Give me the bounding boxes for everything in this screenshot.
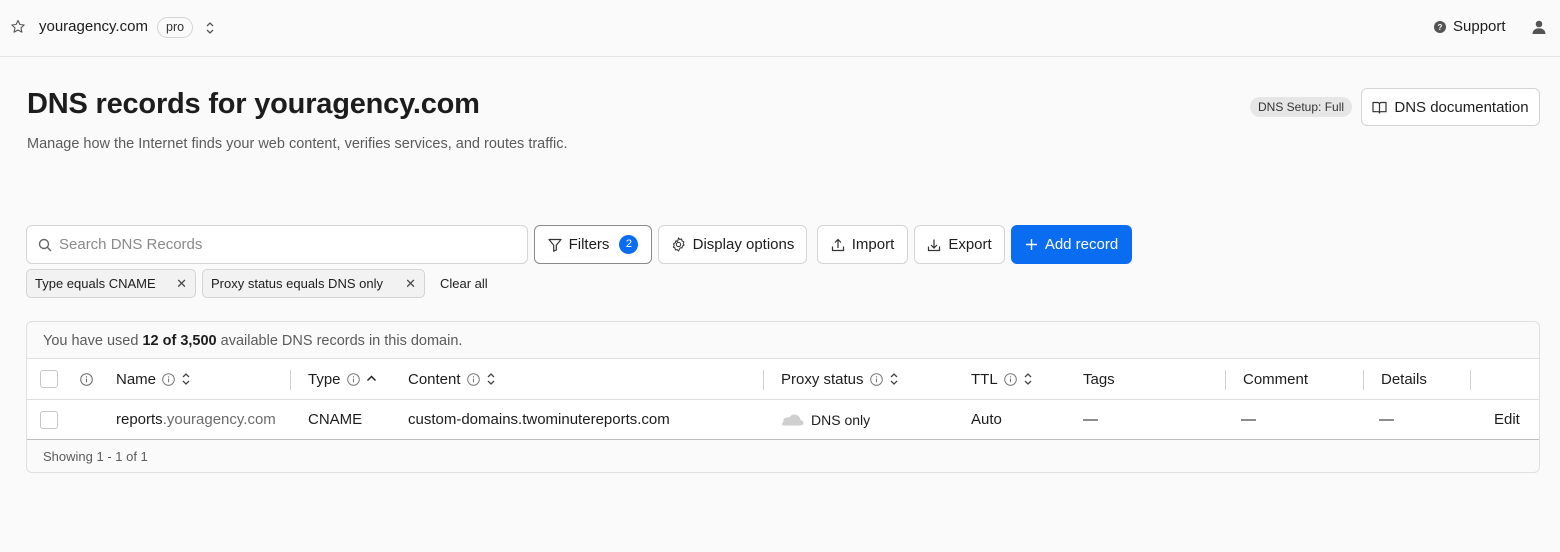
dns-documentation-label: DNS documentation bbox=[1394, 98, 1529, 116]
help-circle-icon: ? bbox=[1434, 20, 1446, 33]
filter-chip-label: Proxy status equals DNS only bbox=[211, 276, 383, 291]
filters-button[interactable]: Filters 2 bbox=[534, 225, 652, 264]
download-icon bbox=[928, 239, 941, 251]
support-label: Support bbox=[1453, 18, 1506, 35]
plan-badge: pro bbox=[157, 17, 194, 38]
filter-chip-label: Type equals CNAME bbox=[35, 276, 156, 291]
record-content: custom-domains.twominutereports.com bbox=[408, 411, 670, 428]
filter-chip-proxy-status: Proxy status equals DNS only ✕ bbox=[202, 269, 425, 298]
plus-icon bbox=[1025, 239, 1037, 250]
column-divider[interactable] bbox=[290, 370, 291, 390]
search-input[interactable] bbox=[59, 226, 519, 263]
display-options-button[interactable]: Display options bbox=[658, 225, 807, 264]
column-header-tags: Tags bbox=[1083, 370, 1115, 388]
sort-icon[interactable] bbox=[889, 372, 899, 386]
column-divider[interactable] bbox=[1470, 370, 1471, 390]
search-box[interactable] bbox=[26, 225, 528, 264]
select-all-cell bbox=[40, 359, 58, 399]
usage-summary: You have used 12 of 3,500 available DNS … bbox=[43, 333, 463, 349]
select-all-checkbox[interactable] bbox=[40, 370, 58, 388]
filter-icon bbox=[547, 238, 562, 252]
info-icon[interactable] bbox=[466, 372, 480, 386]
user-icon[interactable] bbox=[1531, 19, 1547, 35]
add-record-label: Add record bbox=[1044, 236, 1119, 253]
usage-count: 12 of 3,500 bbox=[142, 333, 217, 349]
zone-name[interactable]: youragency.com bbox=[39, 18, 148, 35]
column-header-comment: Comment bbox=[1243, 370, 1309, 388]
export-button[interactable]: Export bbox=[914, 225, 1005, 264]
top-bar: youragency.com pro ? Support bbox=[0, 0, 1560, 57]
column-header-details: Details bbox=[1381, 370, 1427, 388]
sort-icon[interactable] bbox=[1023, 372, 1033, 386]
close-icon[interactable]: ✕ bbox=[405, 276, 416, 292]
add-record-button[interactable]: Add record bbox=[1011, 225, 1132, 264]
column-divider[interactable] bbox=[1363, 370, 1364, 390]
dns-documentation-button[interactable]: DNS documentation bbox=[1361, 88, 1540, 126]
import-button[interactable]: Import bbox=[817, 225, 908, 264]
record-ttl: Auto bbox=[971, 411, 1002, 428]
column-header-name[interactable]: Name bbox=[116, 359, 191, 399]
display-options-label: Display options bbox=[692, 236, 795, 253]
filters-label: Filters bbox=[568, 236, 610, 253]
svg-text:?: ? bbox=[1438, 23, 1443, 32]
info-icon[interactable] bbox=[346, 372, 360, 386]
sort-icon[interactable] bbox=[486, 372, 496, 386]
info-icon[interactable] bbox=[162, 372, 175, 386]
sort-icon[interactable] bbox=[181, 372, 191, 386]
gear-icon bbox=[672, 237, 685, 252]
export-label: Export bbox=[948, 236, 992, 253]
pagination-summary: Showing 1 - 1 of 1 bbox=[43, 449, 148, 464]
table-header: Name Type Content Proxy status TTL Tags … bbox=[27, 358, 1539, 400]
filter-chip-type: Type equals CNAME ✕ bbox=[26, 269, 196, 298]
record-details: — bbox=[1379, 411, 1394, 428]
filters-count-badge: 2 bbox=[619, 235, 639, 254]
dns-records-table: You have used 12 of 3,500 available DNS … bbox=[26, 321, 1540, 473]
record-proxy-status: DNS only bbox=[781, 400, 870, 439]
close-icon[interactable]: ✕ bbox=[176, 276, 187, 292]
search-icon bbox=[38, 238, 52, 252]
sort-asc-icon[interactable] bbox=[366, 372, 377, 386]
column-header-ttl[interactable]: TTL bbox=[971, 359, 1033, 399]
column-header-content[interactable]: Content bbox=[408, 359, 496, 399]
record-tags: — bbox=[1083, 411, 1098, 428]
page-title: DNS records for youragency.com bbox=[27, 88, 480, 120]
import-label: Import bbox=[851, 236, 895, 253]
info-icon[interactable] bbox=[80, 372, 93, 386]
cloud-icon bbox=[782, 414, 804, 426]
support-link[interactable]: ? Support bbox=[1434, 18, 1506, 35]
record-comment: — bbox=[1241, 411, 1256, 428]
clear-all-button[interactable]: Clear all bbox=[440, 276, 488, 291]
book-icon bbox=[1372, 101, 1387, 114]
edit-record-button[interactable]: Edit bbox=[1494, 400, 1520, 439]
page-subtitle: Manage how the Internet finds your web c… bbox=[27, 136, 568, 152]
info-icon[interactable] bbox=[869, 372, 883, 386]
chevron-up-down-icon[interactable] bbox=[203, 20, 217, 36]
record-name: reports .youragency.com bbox=[116, 411, 276, 428]
info-icon[interactable] bbox=[1003, 372, 1017, 386]
column-divider[interactable] bbox=[1225, 370, 1226, 390]
column-divider[interactable] bbox=[763, 370, 764, 390]
column-header-proxy-status[interactable]: Proxy status bbox=[781, 359, 899, 399]
info-header-cell bbox=[80, 359, 93, 399]
dns-setup-badge: DNS Setup: Full bbox=[1250, 97, 1353, 117]
upload-icon bbox=[831, 238, 844, 251]
row-checkbox[interactable] bbox=[40, 410, 58, 429]
row-select-cell bbox=[40, 400, 58, 439]
table-row[interactable]: reports .youragency.com CNAME custom-doma… bbox=[27, 400, 1539, 440]
column-header-type[interactable]: Type bbox=[308, 359, 377, 399]
record-type: CNAME bbox=[308, 411, 363, 428]
star-icon[interactable] bbox=[10, 19, 26, 35]
